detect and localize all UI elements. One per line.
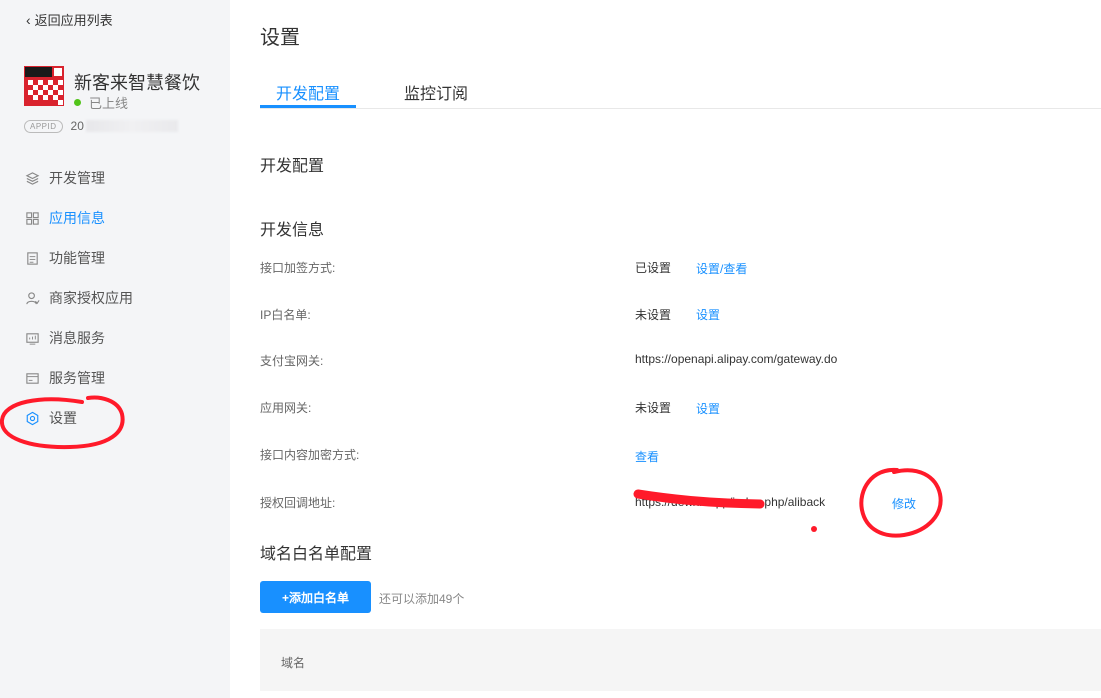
- sidebar-item-label: 商家授权应用: [49, 290, 133, 306]
- row-value-auth-callback: https://dewx.....pp/index.php/aliback: [635, 495, 826, 509]
- sidebar-item-feature-management[interactable]: 功能管理: [0, 238, 230, 278]
- sidebar-item-settings[interactable]: 设置: [0, 398, 230, 438]
- row-label-app-gateway: 应用网关:: [260, 401, 312, 415]
- chevron-left-icon: ‹: [26, 11, 31, 28]
- app-logo: [24, 66, 64, 106]
- tab-active-indicator: [260, 105, 356, 108]
- row-value-alipay-gateway: https://openapi.alipay.com/gateway.do: [635, 352, 838, 366]
- sidebar-item-label: 应用信息: [49, 210, 105, 226]
- row-label-ip-whitelist: IP白名单:: [260, 308, 311, 322]
- section-domain-whitelist-heading: 域名白名单配置: [260, 546, 373, 563]
- ip-whitelist-set-link[interactable]: 设置: [696, 306, 720, 323]
- row-label-content-encryption: 接口内容加密方式:: [260, 448, 360, 462]
- sidebar-item-merchant-auth[interactable]: 商家授权应用: [0, 278, 230, 318]
- sidebar-item-service-management[interactable]: 服务管理: [0, 358, 230, 398]
- appid-badge: APPID: [24, 119, 63, 133]
- table-header-domain: 域名: [281, 656, 306, 670]
- app-status-label: 已上线: [89, 96, 129, 111]
- user-icon: [24, 290, 40, 306]
- app-gateway-set-link[interactable]: 设置: [696, 400, 720, 417]
- sidebar-item-label: 开发管理: [49, 170, 105, 186]
- appid-redacted: [85, 120, 178, 132]
- app-name: 新客来智慧餐饮: [74, 73, 200, 93]
- tab-monitor-subscription[interactable]: 监控订阅: [404, 80, 468, 104]
- sidebar-item-app-info[interactable]: 应用信息: [0, 198, 230, 238]
- sidebar-item-dev-management[interactable]: 开发管理: [0, 158, 230, 198]
- domain-table-header: 域名: [260, 629, 1101, 691]
- sidebar-item-label: 消息服务: [49, 330, 105, 346]
- sign-method-view-link[interactable]: 设置/查看: [696, 260, 747, 277]
- gear-icon: [24, 410, 40, 426]
- row-label-sign-method: 接口加签方式:: [260, 261, 336, 275]
- page-title: 设置: [260, 27, 300, 49]
- sidebar-nav: 开发管理 应用信息 功能管理 商家授权应用 消息服务 服务管理 设置: [0, 158, 230, 438]
- back-to-app-list-link[interactable]: ‹ 返回应用列表: [26, 10, 113, 29]
- appid-value: 20: [70, 119, 84, 133]
- row-label-auth-callback: 授权回调地址:: [260, 496, 336, 510]
- sidebar-item-label: 服务管理: [49, 370, 105, 386]
- app-status: 已上线: [74, 93, 128, 112]
- add-whitelist-button[interactable]: +添加白名单: [260, 581, 371, 613]
- status-dot-icon: [74, 99, 81, 106]
- card-icon: [24, 370, 40, 386]
- app-logo-graphic: [24, 66, 64, 106]
- row-value-ip-whitelist: 未设置: [635, 308, 672, 322]
- settings-tabs: 开发配置 监控订阅: [260, 70, 1101, 109]
- row-value-app-gateway: 未设置: [635, 401, 672, 415]
- row-value-sign-method: 已设置: [635, 261, 672, 275]
- sidebar-item-label: 功能管理: [49, 250, 105, 266]
- layers-icon: [24, 170, 40, 186]
- tab-dev-config[interactable]: 开发配置: [276, 80, 340, 104]
- monitor-icon: [24, 330, 40, 346]
- sidebar-item-message-service[interactable]: 消息服务: [0, 318, 230, 358]
- sidebar-item-label: 设置: [49, 410, 77, 426]
- annotation-dot: [811, 526, 817, 532]
- document-icon: [24, 250, 40, 266]
- row-label-alipay-gateway: 支付宝网关:: [260, 354, 324, 368]
- content-encryption-view-link[interactable]: 查看: [635, 448, 659, 465]
- appid-row: APPID 20: [24, 119, 178, 133]
- back-link-label: 返回应用列表: [34, 13, 113, 28]
- add-whitelist-hint: 还可以添加49个: [379, 592, 465, 606]
- sidebar: ‹ 返回应用列表 新客来智慧餐饮 已上线 APPID 20 开发管理 应用信息 …: [0, 0, 230, 698]
- grid-icon: [24, 210, 40, 226]
- section-dev-info-heading: 开发信息: [260, 222, 325, 239]
- section-dev-config-heading: 开发配置: [260, 158, 325, 175]
- auth-callback-edit-link[interactable]: 修改: [892, 495, 916, 512]
